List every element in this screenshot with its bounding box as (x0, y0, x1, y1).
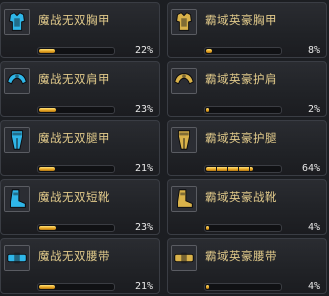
boots-icon[interactable] (171, 186, 197, 212)
progress-fill (206, 108, 209, 112)
progress-bar (204, 224, 282, 232)
progress-percent: 4% (307, 281, 320, 292)
progress-fill (39, 49, 55, 53)
progress-fill (39, 285, 55, 289)
equipment-progress-grid: 魔战无双胸甲 22% 魔战无双肩甲 23% 魔战无双腿甲 21% 魔战无双短靴 23% … (0, 0, 329, 296)
item-name: 霸域英豪战靴 (205, 190, 277, 204)
equipment-entry[interactable]: 魔战无双肩甲 23% (0, 61, 160, 117)
equipment-entry[interactable]: 霸域英豪胸甲 8% (167, 2, 327, 58)
progress-percent: 4% (307, 222, 320, 233)
leg-armor-icon[interactable] (171, 127, 197, 153)
leg-armor-icon[interactable] (4, 127, 30, 153)
equipment-entry[interactable]: 魔战无双腿甲 21% (0, 120, 160, 176)
item-name: 魔战无双腰带 (38, 249, 110, 263)
equipment-entry[interactable]: 魔战无双胸甲 22% (0, 2, 160, 58)
progress-percent: 21% (134, 163, 153, 174)
shoulder-armor-icon[interactable] (4, 68, 30, 94)
equipment-entry[interactable]: 霸域英豪护肩 2% (167, 61, 327, 117)
progress-bar (37, 106, 115, 114)
progress-bar (37, 283, 115, 291)
equipment-entry[interactable]: 魔战无双腰带 21% (0, 238, 160, 294)
progress-bar (37, 165, 115, 173)
item-name: 魔战无双腿甲 (38, 131, 110, 145)
item-name: 霸域英豪胸甲 (205, 13, 277, 27)
boots-icon[interactable] (4, 186, 30, 212)
progress-percent: 22% (134, 45, 153, 56)
progress-fill (206, 226, 209, 230)
item-name: 魔战无双肩甲 (38, 72, 110, 86)
progress-percent: 23% (134, 104, 153, 115)
equipment-entry[interactable]: 霸域英豪护腿 64% (167, 120, 327, 176)
shoulder-armor-icon[interactable] (171, 68, 197, 94)
belt-icon[interactable] (4, 245, 30, 271)
chest-armor-icon[interactable] (171, 9, 197, 35)
progress-fill (206, 167, 253, 171)
progress-percent: 2% (307, 104, 320, 115)
progress-bar (204, 47, 282, 55)
progress-fill (39, 167, 55, 171)
item-name: 霸域英豪护腿 (205, 131, 277, 145)
belt-icon[interactable] (171, 245, 197, 271)
progress-percent: 21% (134, 281, 153, 292)
chest-armor-icon[interactable] (4, 9, 30, 35)
equipment-entry[interactable]: 霸域英豪战靴 4% (167, 179, 327, 235)
progress-fill (206, 285, 209, 289)
progress-bar (37, 224, 115, 232)
equipment-entry[interactable]: 魔战无双短靴 23% (0, 179, 160, 235)
progress-fill (206, 49, 212, 53)
item-name: 魔战无双短靴 (38, 190, 110, 204)
progress-bar (37, 47, 115, 55)
progress-percent: 64% (301, 163, 320, 174)
progress-fill (39, 108, 56, 112)
item-name: 魔战无双胸甲 (38, 13, 110, 27)
equipment-entry[interactable]: 霸域英豪腰带 4% (167, 238, 327, 294)
item-name: 霸域英豪护肩 (205, 72, 277, 86)
progress-percent: 23% (134, 222, 153, 233)
progress-bar (204, 106, 282, 114)
progress-bar (204, 283, 282, 291)
progress-percent: 8% (307, 45, 320, 56)
progress-bar (204, 165, 282, 173)
progress-fill (39, 226, 56, 230)
item-name: 霸域英豪腰带 (205, 249, 277, 263)
